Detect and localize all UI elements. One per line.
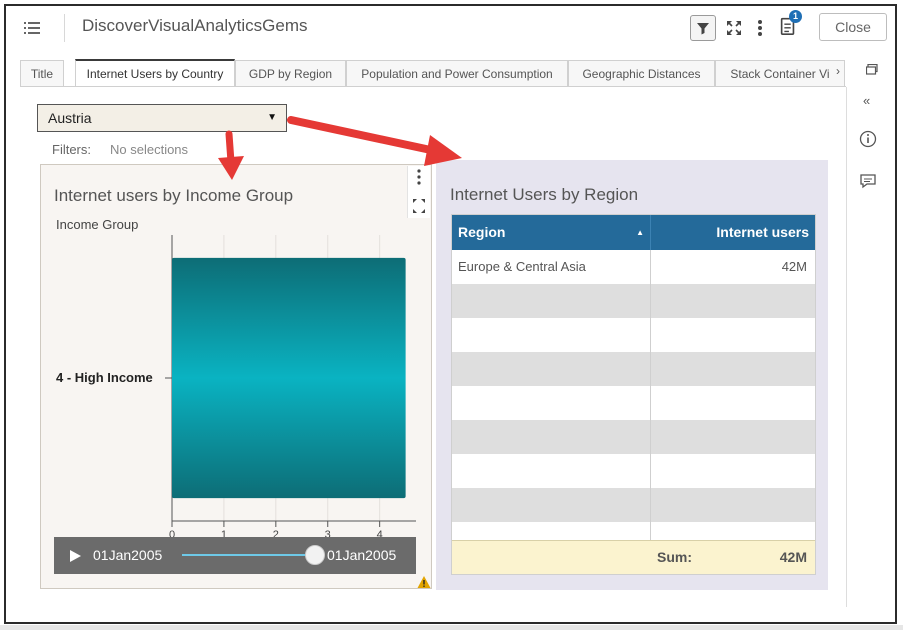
filter-button[interactable] [690, 15, 716, 41]
more-options-icon[interactable] [750, 18, 770, 38]
slider-start-date: 01Jan2005 [93, 547, 163, 563]
chart-maximize-icon[interactable] [408, 194, 430, 218]
header-separator [64, 14, 65, 42]
chart-tools [407, 166, 430, 218]
table-footer: Sum: 42M [452, 540, 815, 574]
region-cell: Europe & Central Asia [458, 259, 586, 274]
filter-icon [697, 23, 709, 35]
filters-value: No selections [110, 142, 189, 157]
tab-internet-users-by-country[interactable]: Internet Users by Country [75, 59, 235, 87]
table-title: Internet Users by Region [450, 185, 639, 204]
tab-underline [20, 86, 846, 87]
table-row[interactable]: Europe & Central Asia 42M [452, 250, 815, 284]
sum-value: 42M [779, 549, 807, 565]
chart-more-icon[interactable] [408, 166, 430, 190]
table-row-empty [452, 386, 815, 420]
tab-gdp-by-region[interactable]: GDP by Region [235, 60, 346, 86]
sum-label: Sum: [657, 549, 692, 565]
report-tabs: Title Internet Users by Country GDP by R… [20, 59, 880, 87]
tab-title[interactable]: Title [20, 60, 64, 86]
region-table: Region ▲ Internet users Europe & Central… [451, 214, 816, 575]
chart-title: Internet users by Income Group [54, 186, 294, 205]
table-row-empty [452, 284, 815, 318]
warning-icon[interactable] [417, 575, 431, 589]
tab-scroll-right-icon[interactable]: › [836, 64, 840, 78]
close-button[interactable]: Close [819, 13, 887, 41]
info-icon[interactable] [859, 130, 877, 148]
tab-population-power[interactable]: Population and Power Consumption [346, 60, 568, 86]
comment-icon[interactable] [859, 172, 877, 190]
right-side-pane: « [846, 87, 887, 607]
column-header-region-label: Region [458, 224, 506, 240]
column-header-region[interactable]: Region ▲ [452, 215, 650, 250]
play-icon[interactable] [68, 549, 82, 563]
table-row-empty [452, 454, 815, 488]
country-dropdown-value: Austria [48, 110, 92, 126]
country-dropdown[interactable]: Austria ▼ [37, 104, 287, 132]
column-header-internet-users[interactable]: Internet users [650, 215, 815, 250]
window-icon[interactable] [866, 64, 878, 75]
notification-badge: 1 [789, 10, 802, 23]
menu-icon[interactable] [24, 21, 40, 35]
page-title: DiscoverVisualAnalyticsGems [82, 16, 308, 35]
slider-end-date: 01Jan2005 [327, 547, 397, 563]
sort-ascending-icon: ▲ [636, 228, 644, 237]
collapse-pane-icon[interactable]: « [863, 93, 870, 108]
table-row-empty [452, 488, 815, 522]
chart-y-axis-label: Income Group [56, 217, 139, 232]
internet-users-cell: 42M [781, 259, 807, 274]
table-row-empty [452, 420, 815, 454]
bottom-strip [0, 625, 903, 630]
chevron-down-icon: ▼ [267, 112, 277, 123]
table-row-empty [452, 318, 815, 352]
slider-handle[interactable] [305, 545, 325, 565]
table-row-empty [452, 352, 815, 386]
tab-stack-container[interactable]: Stack Container Vi [715, 60, 845, 86]
app-header: DiscoverVisualAnalyticsGems 1 Close [6, 6, 895, 50]
chart-category-label: 4 - High Income [56, 370, 153, 385]
slider-track[interactable] [182, 554, 314, 556]
column-divider [650, 250, 651, 574]
expand-icon[interactable] [724, 18, 744, 38]
filters-label: Filters: [52, 142, 91, 157]
tab-geographic-distances[interactable]: Geographic Distances [568, 60, 715, 86]
